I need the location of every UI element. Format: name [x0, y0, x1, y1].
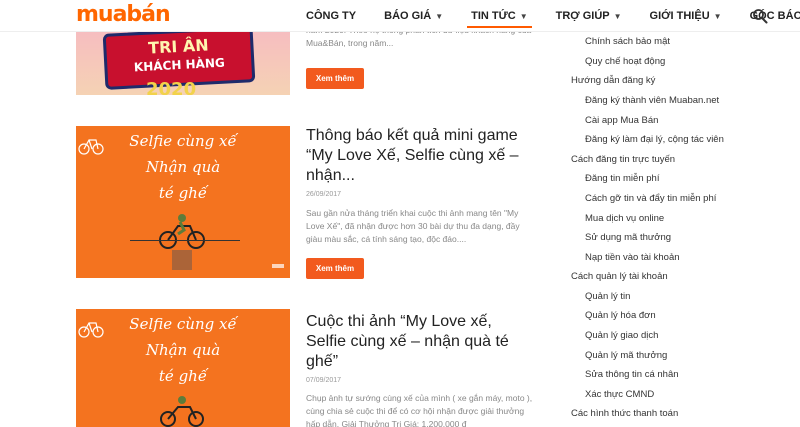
nav-tin-tuc[interactable]: TIN TỨC ▼ [467, 0, 532, 32]
sidebar-item-ma-thuong[interactable]: Sử dụng mã thưởng [585, 232, 671, 243]
sidebar-item-sua-thong-tin[interactable]: Sửa thông tin cá nhân [585, 369, 679, 380]
chevron-down-icon: ▼ [519, 12, 528, 21]
nav-label: TIN TỨC [471, 10, 516, 22]
sidebar-item-cach-dang-tin[interactable]: Cách đăng tin trực tuyến [571, 154, 675, 165]
sidebar-item-xac-thuc-cmnd[interactable]: Xác thực CMND [585, 389, 654, 400]
thumb-line-1: Selfie cùng xế [129, 132, 237, 150]
cyclist-illustration [159, 214, 205, 270]
sidebar-item-nap-tien[interactable]: Nạp tiền vào tài khoản [585, 252, 680, 263]
sidebar-item-dang-ky-thanh-vien[interactable]: Đăng ký thành viên Muaban.net [585, 95, 719, 106]
nav-tro-giup[interactable]: TRỢ GIÚP ▼ [556, 0, 622, 32]
article-thumbnail-selfie[interactable]: Selfie cùng xế Nhận quà té ghế [76, 309, 290, 427]
ground-line [130, 240, 240, 241]
thumb-line-2: Nhận quà [145, 158, 221, 176]
nav-label: TRỢ GIÚP [555, 10, 610, 22]
article-excerpt: Chụp ảnh tự sướng cùng xế của mình ( xe … [306, 393, 533, 427]
main-nav: CÔNG TY BÁO GIÁ ▼ TIN TỨC ▼ TRỢ GIÚP ▼ GIỚI… [306, 0, 800, 32]
search-icon[interactable] [752, 8, 768, 24]
read-more-button[interactable]: Xem thêm [306, 258, 364, 279]
article-thumbnail-selfie[interactable]: Selfie cùng xế Nhận quà té ghế [76, 126, 290, 278]
muaban-logo[interactable]: muabán [76, 3, 171, 27]
sidebar-item-mua-dich-vu[interactable]: Mua dịch vụ online [585, 213, 664, 224]
nav-label: CÔNG TY [306, 10, 357, 22]
article-date: 26/09/2017 [306, 191, 342, 198]
sidebar-item-cai-app[interactable]: Cài app Mua Bán [585, 115, 658, 126]
sidebar-item-dai-ly[interactable]: Đăng ký làm đại lý, cộng tác viên [585, 134, 724, 145]
thumb-line-1: Selfie cùng xế [129, 315, 237, 333]
thumb-line-3: té ghế [158, 184, 208, 202]
watermark-mark [272, 264, 284, 268]
banner-year: 2020 [146, 79, 197, 95]
nav-bao-gia[interactable]: BÁO GIÁ ▼ [384, 0, 443, 32]
sidebar-item-huong-dan-dang-ky[interactable]: Hướng dẫn đăng ký [571, 75, 655, 86]
nav-cong-ty[interactable]: CÔNG TY [306, 0, 356, 32]
sidebar-item-quan-ly-ma-thuong[interactable]: Quản lý mã thưởng [585, 350, 667, 361]
chevron-down-icon: ▼ [613, 12, 622, 21]
article-title[interactable]: Cuộc thi ảnh “My Love xế, Selfie cùng xế… [306, 312, 536, 372]
sidebar-item-quy-che[interactable]: Quy chế hoạt động [585, 56, 665, 67]
sidebar-item-quan-ly-hoa-don[interactable]: Quản lý hóa đơn [585, 310, 656, 321]
article-excerpt: Sau gần nửa tháng triển khai cuộc thi ản… [306, 208, 520, 244]
article-title[interactable]: Thông báo kết quả mini game “My Love Xế,… [306, 126, 536, 186]
cyclist-illustration [160, 396, 204, 427]
sidebar-item-go-tin[interactable]: Cách gỡ tin và đẩy tin miễn phí [585, 193, 716, 204]
nav-label: BÁO GIÁ [384, 10, 432, 22]
sidebar-item-dang-tin-mien-phi[interactable]: Đăng tin miễn phí [585, 173, 659, 184]
sidebar-item-thanh-toan[interactable]: Các hình thức thanh toán [571, 408, 678, 419]
article-date: 07/09/2017 [306, 377, 342, 384]
read-more-button[interactable]: Xem thêm [306, 68, 364, 89]
site-header: muabán CÔNG TY BÁO GIÁ ▼ TIN TỨC ▼ TRỢ GIÚ… [0, 0, 800, 32]
nav-label: GIỚI THIỆU [649, 10, 710, 22]
sidebar-item-quan-ly-tai-khoan[interactable]: Cách quản lý tài khoản [571, 271, 668, 282]
nav-gioi-thieu[interactable]: GIỚI THIỆU ▼ [650, 0, 722, 32]
thumb-line-2: Nhận quà [145, 341, 221, 359]
thumb-line-3: té ghế [158, 367, 208, 385]
sidebar-item-chinh-sach-bao-mat[interactable]: Chính sách bảo mật [585, 36, 670, 47]
chevron-down-icon: ▼ [435, 12, 444, 21]
sidebar-item-quan-ly-tin[interactable]: Quản lý tin [585, 291, 630, 302]
sidebar-item-quan-ly-giao-dich[interactable]: Quản lý giao dịch [585, 330, 658, 341]
chevron-down-icon: ▼ [713, 12, 722, 21]
